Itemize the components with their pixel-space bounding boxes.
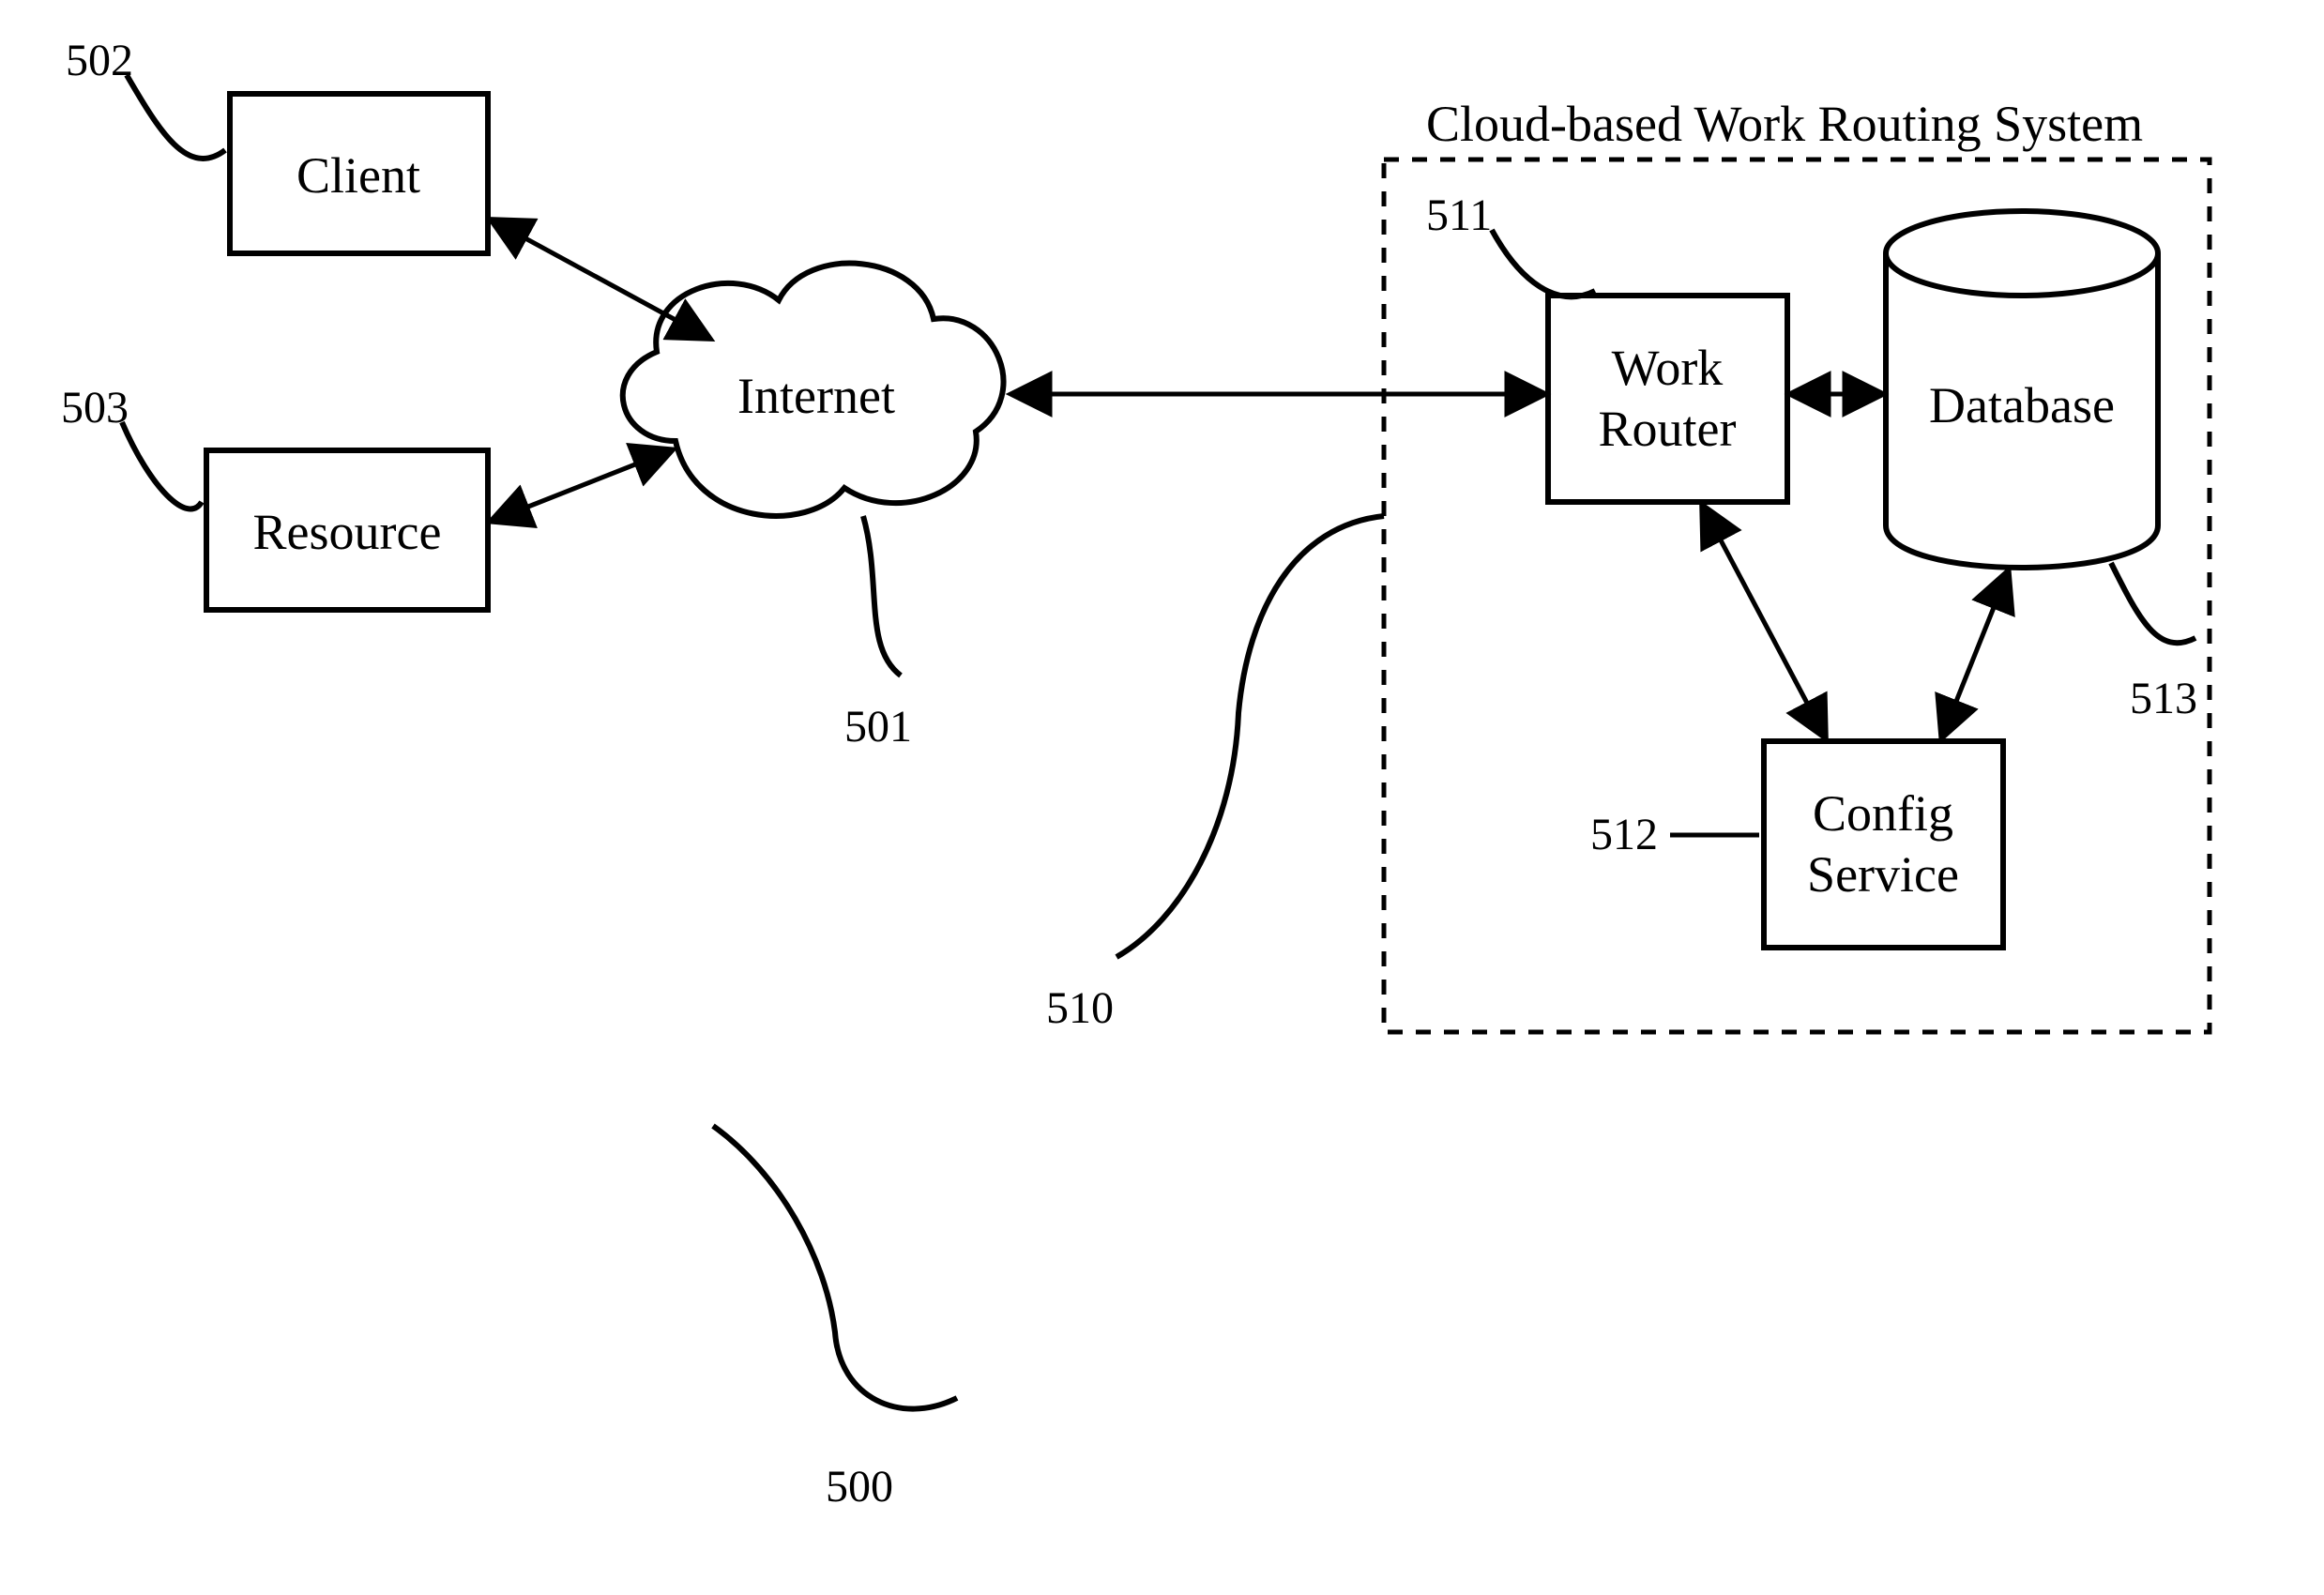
- client-node: Client: [230, 94, 488, 253]
- arrow-resource-internet: [493, 450, 671, 521]
- resource-label: Resource: [253, 504, 442, 560]
- ref-501: 501: [844, 702, 912, 752]
- ref-leader-503: [122, 422, 202, 509]
- config-service-label-1: Config: [1813, 785, 1953, 842]
- ref-511: 511: [1426, 190, 1492, 240]
- arrow-client-internet: [493, 220, 708, 338]
- database-label: Database: [1929, 377, 2115, 433]
- internet-node: Internet: [623, 264, 1004, 516]
- diagram-canvas: Cloud-based Work Routing System Client 5…: [0, 0, 2324, 1595]
- ref-leader-501: [863, 516, 901, 676]
- internet-label: Internet: [737, 368, 895, 424]
- ref-leader-513: [2111, 563, 2195, 643]
- system-title: Cloud-based Work Routing System: [1426, 96, 2143, 152]
- arrow-workrouter-config: [1703, 507, 1825, 737]
- database-node: Database: [1886, 211, 2158, 568]
- config-service-node: Config Service: [1764, 741, 2003, 948]
- config-service-label-2: Service: [1807, 846, 1959, 903]
- ref-512: 512: [1590, 810, 1658, 859]
- work-router-node: Work Router: [1548, 296, 1787, 502]
- ref-510: 510: [1046, 983, 1114, 1033]
- work-router-label-1: Work: [1612, 340, 1724, 396]
- ref-leader-511: [1492, 230, 1595, 296]
- ref-leader-500: [713, 1126, 957, 1409]
- ref-leader-510: [1116, 516, 1384, 957]
- ref-leader-502: [127, 75, 225, 159]
- ref-500: 500: [826, 1462, 893, 1511]
- ref-503: 503: [61, 383, 129, 433]
- ref-513: 513: [2130, 674, 2197, 723]
- ref-502: 502: [66, 36, 133, 85]
- work-router-label-2: Router: [1599, 401, 1737, 457]
- client-label: Client: [296, 147, 420, 204]
- arrow-config-database: [1942, 572, 2008, 737]
- resource-node: Resource: [206, 450, 488, 610]
